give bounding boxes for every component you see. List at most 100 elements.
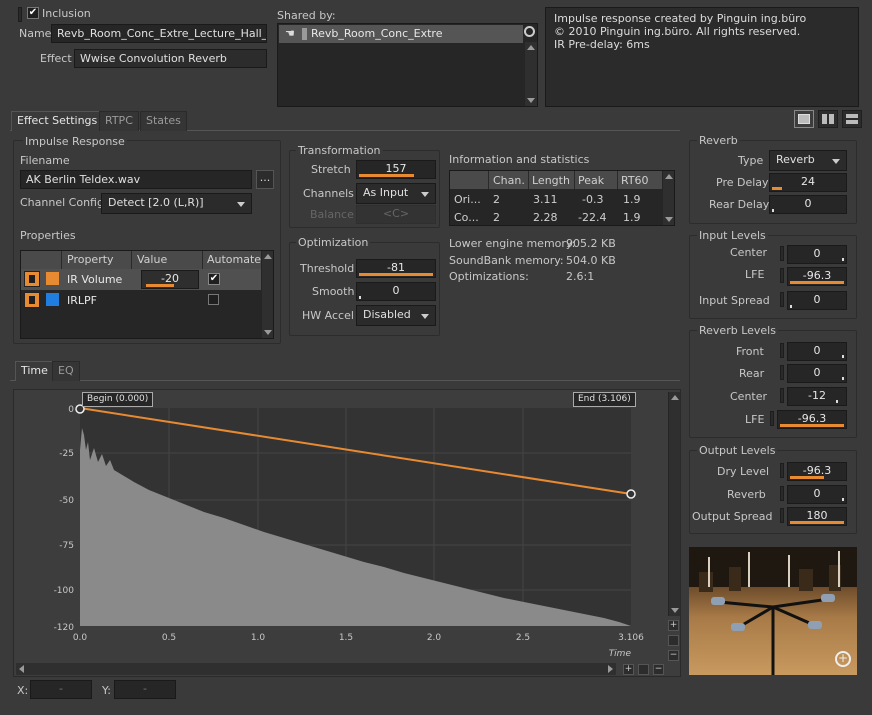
search-icon[interactable]: [524, 26, 535, 37]
table-cell: Co...: [454, 211, 479, 224]
reverb-front-value: 0: [813, 344, 821, 357]
table-cell: 2.28: [533, 211, 558, 224]
output-spread-input[interactable]: 180: [787, 507, 847, 526]
graph-horizontal-scrollbar[interactable]: [16, 663, 616, 675]
layout-single-button[interactable]: [794, 110, 814, 128]
notes-line: IR Pre-delay: 6ms: [554, 38, 650, 51]
y-coord-field[interactable]: -: [114, 680, 176, 699]
zoom-in-horizontal-button[interactable]: +: [623, 664, 634, 675]
tab-eq[interactable]: EQ: [52, 361, 80, 381]
tab-time[interactable]: Time: [15, 361, 54, 381]
graph-vertical-scrollbar[interactable]: [668, 392, 680, 616]
pre-delay-label: Pre Delay: [716, 176, 769, 189]
channels-dropdown[interactable]: As Input: [356, 183, 436, 204]
link-handle[interactable]: [780, 388, 784, 403]
automate-checkbox[interactable]: [208, 294, 219, 305]
layout-split-vertical-button[interactable]: [818, 110, 838, 128]
column-header-value[interactable]: Value: [137, 253, 167, 266]
reverb-lfe-input[interactable]: -96.3: [777, 410, 847, 429]
column-header-length[interactable]: Length: [532, 174, 570, 187]
automate-checkbox[interactable]: ✔: [208, 273, 220, 285]
table-row[interactable]: IR Volume -20 ✔: [21, 269, 261, 290]
link-handle[interactable]: [780, 343, 784, 358]
reverb-center-input[interactable]: -12: [787, 387, 847, 406]
x-coord-field[interactable]: -: [30, 680, 92, 699]
link-handle[interactable]: [780, 463, 784, 478]
filename-field[interactable]: AK Berlin Teldex.wav: [20, 170, 252, 189]
shared-by-item[interactable]: ☚ Revb_Room_Conc_Extre: [279, 25, 523, 43]
link-handle[interactable]: [780, 508, 784, 523]
optimization-title: Optimization: [296, 236, 371, 249]
shared-by-label: Shared by:: [277, 9, 336, 22]
ir-volume-value[interactable]: -20: [141, 270, 199, 289]
scroll-right-arrow[interactable]: [608, 665, 613, 673]
reverb-front-input[interactable]: 0: [787, 342, 847, 361]
hw-accel-dropdown[interactable]: Disabled: [356, 305, 436, 326]
reverb-rear-input[interactable]: 0: [787, 364, 847, 383]
tab-rtpc[interactable]: RTPC: [99, 111, 139, 131]
column-header-rt60[interactable]: RT60: [621, 174, 649, 187]
effect-field[interactable]: Wwise Convolution Reverb: [74, 49, 267, 68]
properties-scrollbar[interactable]: [261, 251, 273, 338]
lower-engine-memory-label: Lower engine memory:: [449, 237, 576, 250]
input-spread-input[interactable]: 0: [787, 291, 847, 310]
layout-split-horizontal-button[interactable]: [842, 110, 862, 128]
link-handle[interactable]: [780, 268, 784, 283]
input-lfe-label: LFE: [745, 268, 765, 281]
column-header-peak[interactable]: Peak: [578, 174, 604, 187]
x-tick-label: 2.5: [516, 633, 530, 643]
inclusion-checkbox[interactable]: ✔: [27, 7, 39, 19]
zoom-fit-vertical-button[interactable]: [668, 635, 679, 646]
y-tick-label: -100: [54, 586, 75, 596]
table-row[interactable]: IRLPF: [21, 290, 261, 311]
link-handle[interactable]: [770, 411, 774, 426]
envelope-chart[interactable]: 0 -25 -50 -75 -100 -120 0.0 0.5 1.0 1.5 …: [14, 390, 682, 678]
pin-handle[interactable]: [18, 7, 22, 22]
room-photo[interactable]: +: [689, 547, 857, 675]
pre-delay-input[interactable]: 24: [769, 173, 847, 192]
zoom-icon[interactable]: +: [835, 651, 851, 667]
info-scrollbar[interactable]: [662, 171, 674, 225]
column-header-automate[interactable]: Automate: [207, 253, 261, 266]
name-label: Name: [19, 27, 52, 40]
reverb-front-label: Front: [736, 345, 764, 358]
channels-label: Channels: [303, 187, 354, 200]
stretch-input[interactable]: 157: [356, 160, 436, 179]
scroll-left-arrow[interactable]: [19, 665, 24, 673]
input-center-value: 0: [813, 247, 821, 260]
link-handle[interactable]: [780, 246, 784, 261]
link-handle[interactable]: [780, 292, 784, 307]
pin-icon: [24, 292, 40, 308]
input-center-label: Center: [730, 246, 768, 259]
chevron-down-icon: [421, 314, 429, 319]
tab-effect-settings[interactable]: Effect Settings: [11, 111, 104, 131]
zoom-out-horizontal-button[interactable]: −: [653, 664, 664, 675]
link-handle[interactable]: [780, 365, 784, 380]
zoom-in-vertical-button[interactable]: +: [668, 620, 679, 631]
dry-level-input[interactable]: -96.3: [787, 462, 847, 481]
notes-box[interactable]: Impulse response created by Pinguin ing.…: [545, 7, 859, 107]
reverb-center-label: Center: [730, 390, 768, 403]
table-row[interactable]: Ori... 2 3.11 -0.3 1.9: [450, 190, 662, 208]
time-graph[interactable]: 0 -25 -50 -75 -100 -120 0.0 0.5 1.0 1.5 …: [13, 389, 681, 677]
input-lfe-input[interactable]: -96.3: [787, 267, 847, 286]
output-reverb-input[interactable]: 0: [787, 485, 847, 504]
smooth-input[interactable]: 0: [356, 282, 436, 301]
column-header-property[interactable]: Property: [67, 253, 114, 266]
name-field[interactable]: Revb_Room_Conc_Extre_Lecture_Hall_St: [51, 24, 267, 43]
zoom-out-vertical-button[interactable]: −: [668, 650, 679, 661]
rear-delay-input[interactable]: 0: [769, 195, 847, 214]
channel-config-dropdown[interactable]: Detect [2.0 (L,R)]: [101, 193, 252, 214]
shared-list-scrollbar[interactable]: [524, 42, 537, 106]
input-center-input[interactable]: 0: [787, 245, 847, 264]
browse-button[interactable]: ...: [256, 170, 274, 189]
output-spread-label: Output Spread: [692, 510, 773, 523]
tab-states[interactable]: States: [140, 111, 187, 131]
table-row[interactable]: Co... 2 2.28 -22.4 1.9: [450, 208, 662, 226]
column-header-chan[interactable]: Chan.: [493, 174, 525, 187]
threshold-input[interactable]: -81: [356, 259, 436, 278]
transformation-title: Transformation: [296, 144, 383, 157]
reverb-type-dropdown[interactable]: Reverb: [769, 150, 847, 171]
zoom-fit-horizontal-button[interactable]: [638, 664, 649, 675]
link-handle[interactable]: [780, 486, 784, 501]
